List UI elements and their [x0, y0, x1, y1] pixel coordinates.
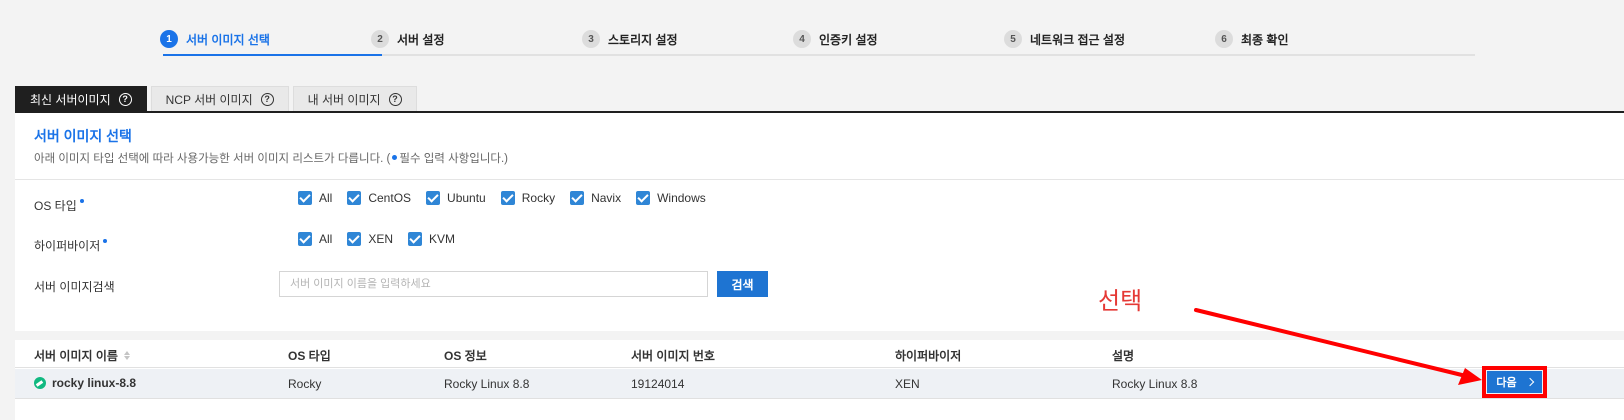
sort-icon[interactable]	[123, 351, 130, 360]
image-filter-panel: 서버 이미지 선택 아래 이미지 타입 선택에 따라 사용가능한 서버 이미지 …	[15, 113, 1624, 331]
checkbox-os-all[interactable]: All	[298, 191, 332, 205]
active-step-indicator	[163, 54, 382, 56]
annotation-select-text: 선택	[1098, 287, 1143, 315]
step-label: 서버 이미지 선택	[186, 32, 270, 47]
checkbox-hv-all[interactable]: All	[298, 232, 332, 246]
image-name-text: rocky linux-8.8	[52, 376, 137, 390]
step-server-image[interactable]: 1 서버 이미지 선택	[160, 26, 270, 52]
next-button[interactable]: 다음	[1487, 371, 1542, 393]
cell-os-info: Rocky Linux 8.8	[444, 377, 530, 391]
step-number: 4	[793, 30, 811, 48]
panel-title: 서버 이미지 선택	[34, 128, 132, 144]
checkbox-checked-icon[interactable]	[298, 191, 312, 205]
cell-hypervisor: XEN	[895, 377, 920, 391]
step-label: 네트워크 접근 설정	[1030, 32, 1125, 47]
tab-label: NCP 서버 이미지	[165, 93, 253, 107]
os-type-checkboxes: All CentOS Ubuntu Rocky Navix Windows	[298, 191, 706, 205]
divider	[15, 179, 1624, 180]
column-header-image-number: 서버 이미지 번호	[631, 349, 715, 363]
image-search-input[interactable]	[279, 271, 708, 297]
chevron-right-icon	[1525, 377, 1534, 387]
checkbox-hv-xen[interactable]: XEN	[347, 232, 393, 246]
checkbox-os-navix[interactable]: Navix	[570, 191, 621, 205]
step-number: 6	[1215, 30, 1233, 48]
checkbox-os-ubuntu[interactable]: Ubuntu	[426, 191, 486, 205]
checkbox-checked-icon[interactable]	[347, 191, 362, 205]
checkbox-checked-icon[interactable]	[636, 191, 651, 205]
step-label: 서버 설정	[397, 32, 445, 47]
checkbox-checked-icon[interactable]	[347, 232, 362, 246]
step-label: 인증키 설정	[819, 32, 878, 47]
checkbox-checked-icon[interactable]	[426, 191, 441, 205]
step-label: 스토리지 설정	[608, 32, 678, 47]
rocky-linux-icon	[34, 377, 46, 389]
checkbox-label: Windows	[657, 191, 706, 205]
panel-description: 아래 이미지 타입 선택에 따라 사용가능한 서버 이미지 리스트가 다릅니다.…	[34, 150, 508, 166]
required-dot-icon	[103, 239, 108, 243]
server-image-table: 서버 이미지 이름 OS 타입 OS 정보 서버 이미지 번호 하이퍼바이저 설…	[15, 340, 1624, 420]
checkbox-os-rocky[interactable]: Rocky	[500, 191, 556, 205]
hypervisor-label: 하이퍼바이저	[34, 237, 108, 254]
os-type-label: OS 타입	[34, 197, 84, 214]
checkbox-checked-icon[interactable]	[570, 191, 585, 205]
required-dot-icon	[392, 154, 398, 160]
checkbox-label: CentOS	[368, 191, 412, 205]
checkbox-label: XEN	[368, 232, 394, 246]
checkbox-label: All	[319, 232, 333, 246]
checkbox-hv-kvm[interactable]: KVM	[408, 232, 455, 246]
tab-my-server-image[interactable]: 내 서버 이미지 ?	[292, 86, 417, 112]
step-label: 최종 확인	[1241, 32, 1289, 47]
cell-os-type: Rocky	[288, 377, 322, 391]
help-icon[interactable]: ?	[260, 93, 274, 106]
step-number: 3	[582, 30, 600, 48]
tab-label: 내 서버 이미지	[307, 93, 381, 107]
column-header-os-type: OS 타입	[288, 349, 331, 363]
tab-ncp-server-image[interactable]: NCP 서버 이미지 ?	[150, 86, 289, 112]
os-type-label-text: OS 타입	[34, 199, 77, 213]
checkbox-os-centos[interactable]: CentOS	[347, 191, 411, 205]
column-header-image-name[interactable]: 서버 이미지 이름	[34, 347, 130, 364]
cell-image-name: rocky linux-8.8	[34, 376, 136, 390]
tab-label: 최신 서버이미지	[30, 93, 111, 107]
help-icon[interactable]: ?	[388, 93, 402, 106]
checkbox-checked-icon[interactable]	[408, 232, 423, 246]
step-network-access-settings[interactable]: 5 네트워크 접근 설정	[1004, 26, 1125, 52]
step-storage-settings[interactable]: 3 스토리지 설정	[582, 26, 678, 52]
progress-stepper: 1 서버 이미지 선택 2 서버 설정 3 스토리지 설정 4 인증키 설정 5…	[160, 22, 1475, 56]
hypervisor-checkboxes: All XEN KVM	[298, 232, 455, 246]
table-row[interactable]: rocky linux-8.8 Rocky Rocky Linux 8.8 19…	[15, 369, 1624, 399]
checkbox-label: Rocky	[521, 191, 556, 205]
step-number: 1	[160, 30, 178, 48]
hypervisor-label-text: 하이퍼바이저	[34, 239, 101, 253]
cell-description: Rocky Linux 8.8	[1112, 377, 1198, 391]
step-server-settings[interactable]: 2 서버 설정	[371, 26, 445, 52]
checkbox-os-windows[interactable]: Windows	[636, 191, 706, 205]
column-header-hypervisor: 하이퍼바이저	[895, 349, 962, 363]
description-text-end: 필수 입력 사항입니다.)	[399, 153, 509, 165]
column-header-os-info: OS 정보	[444, 349, 487, 363]
checkbox-checked-icon[interactable]	[298, 232, 312, 246]
step-number: 5	[1004, 30, 1022, 48]
search-button[interactable]: 검색	[717, 271, 768, 297]
tab-latest-server-image[interactable]: 최신 서버이미지 ?	[15, 86, 147, 112]
next-button-label: 다음	[1496, 377, 1517, 389]
help-icon[interactable]: ?	[118, 93, 132, 106]
step-auth-key-settings[interactable]: 4 인증키 설정	[793, 26, 878, 52]
image-search-label: 서버 이미지검색	[34, 280, 115, 294]
cell-image-number: 19124014	[631, 377, 685, 391]
checkbox-label: Navix	[591, 191, 622, 205]
column-header-description: 설명	[1112, 349, 1135, 363]
checkbox-checked-icon[interactable]	[500, 191, 515, 205]
description-text: 아래 이미지 타입 선택에 따라 사용가능한 서버 이미지 리스트가 다릅니다.…	[34, 153, 391, 165]
required-dot-icon	[79, 199, 84, 203]
checkbox-label: All	[319, 191, 333, 205]
checkbox-label: KVM	[429, 232, 456, 246]
table-header: 서버 이미지 이름 OS 타입 OS 정보 서버 이미지 번호 하이퍼바이저 설…	[15, 340, 1624, 368]
step-final-confirm[interactable]: 6 최종 확인	[1215, 26, 1289, 52]
step-number: 2	[371, 30, 389, 48]
image-source-tabs: 최신 서버이미지 ? NCP 서버 이미지 ? 내 서버 이미지 ?	[15, 86, 417, 112]
checkbox-label: Ubuntu	[447, 191, 486, 205]
column-header-label: 서버 이미지 이름	[34, 349, 118, 363]
